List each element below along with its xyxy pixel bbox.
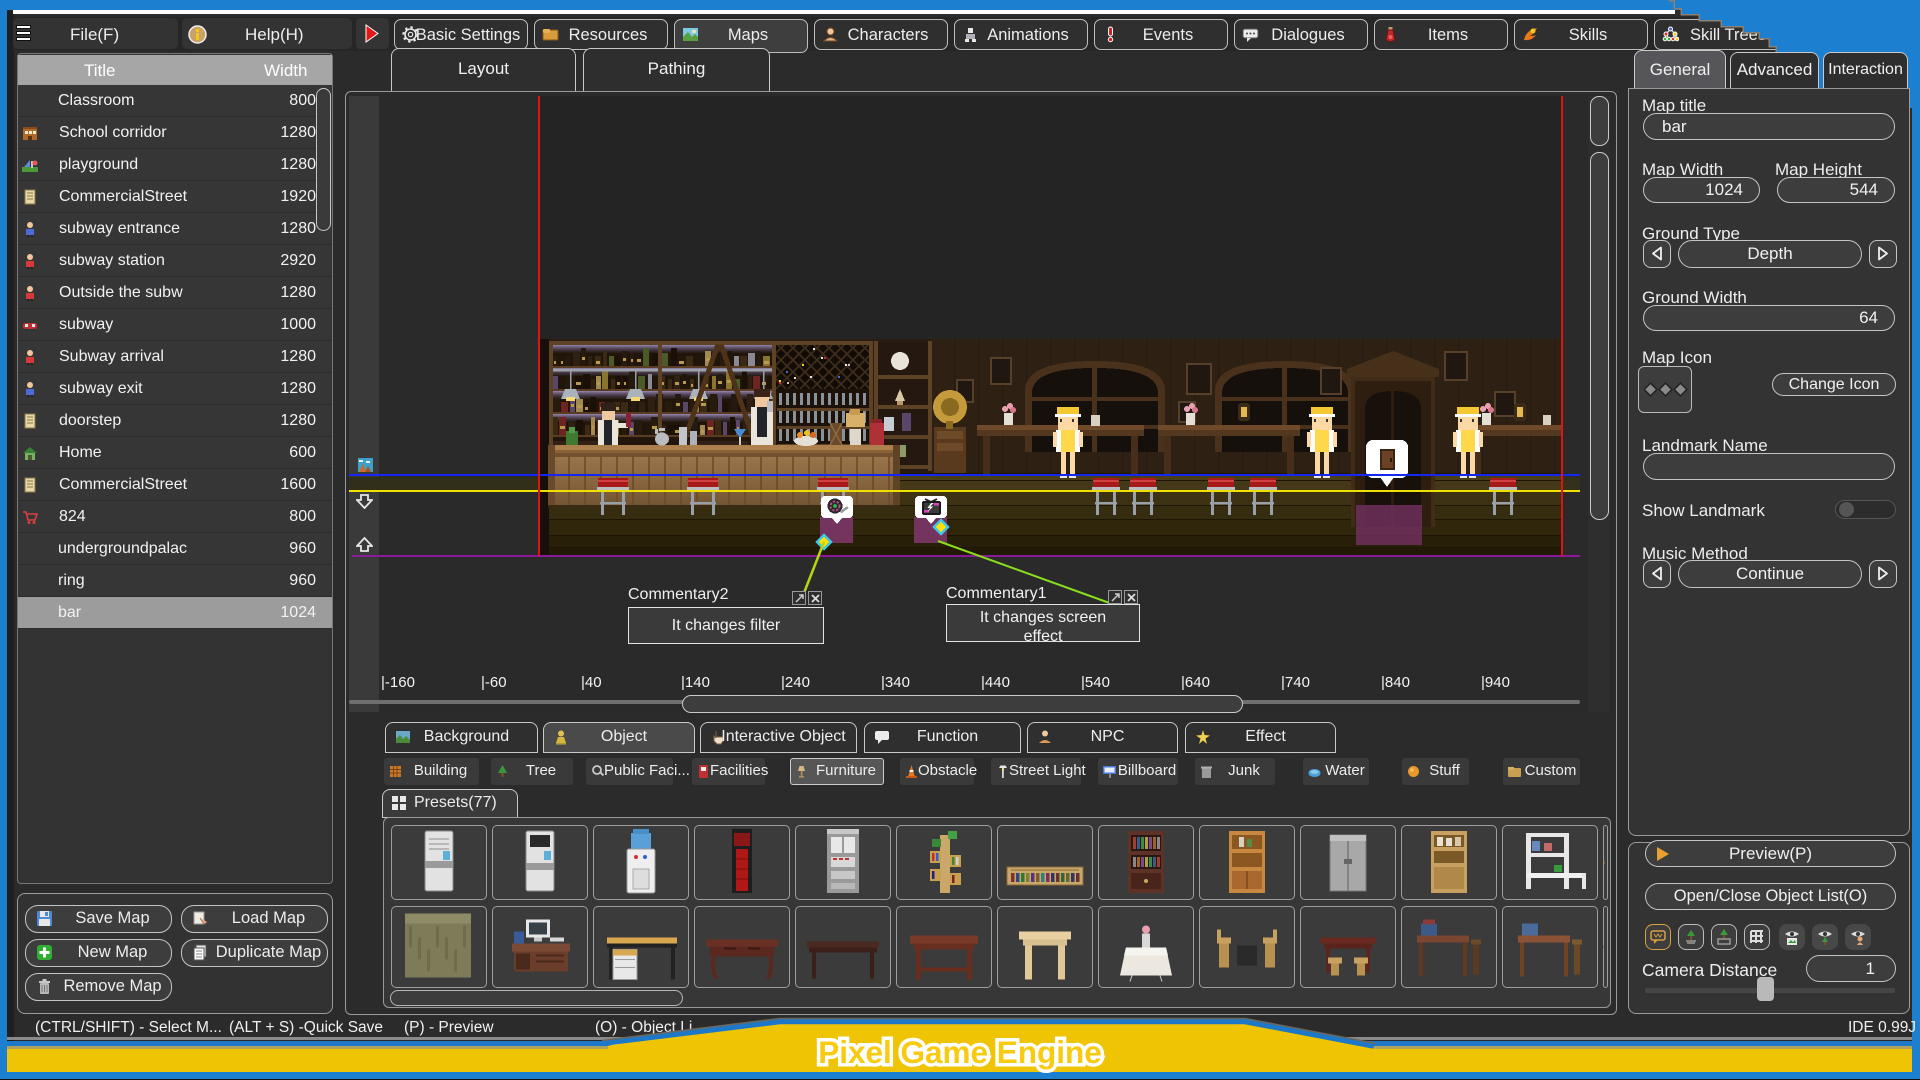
svg-text:Pixel Game Engine: Pixel Game Engine bbox=[818, 1034, 1102, 1070]
